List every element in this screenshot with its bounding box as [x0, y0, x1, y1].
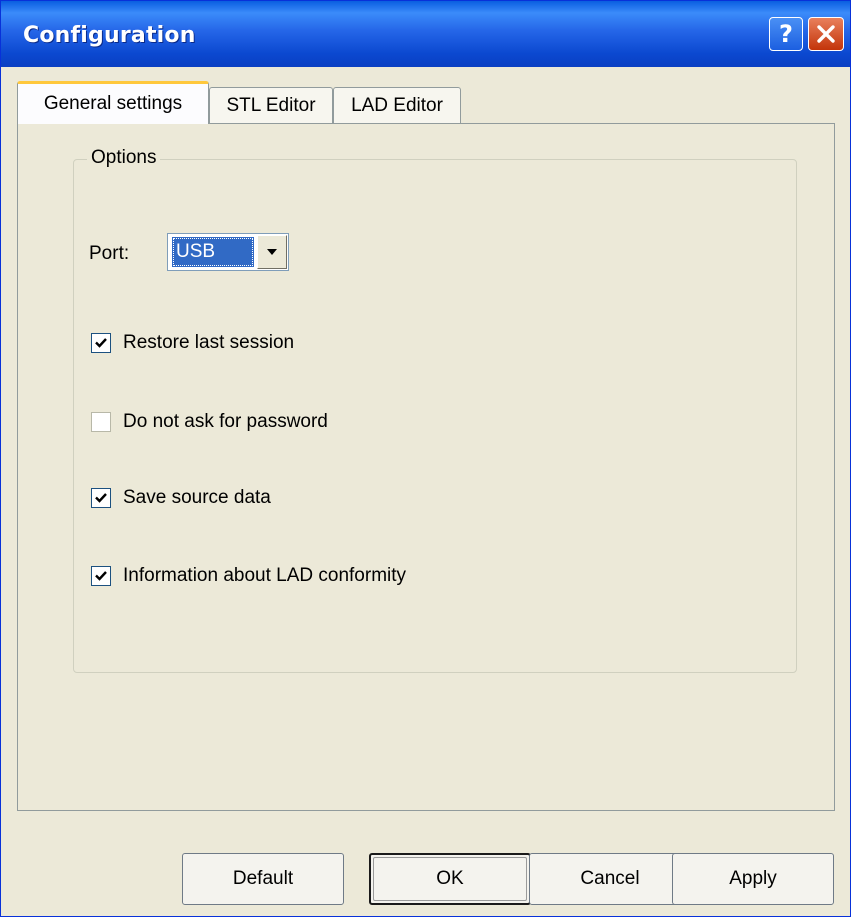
port-dropdown-button[interactable]: [257, 235, 287, 269]
close-icon: [817, 25, 835, 43]
lad-conformity-checkbox[interactable]: [91, 566, 111, 586]
tab-general-settings[interactable]: General settings: [17, 81, 209, 124]
help-button[interactable]: ?: [769, 17, 803, 51]
lad-conformity-option[interactable]: Information about LAD conformity: [91, 563, 406, 589]
help-icon: ?: [779, 20, 793, 48]
chevron-down-icon: [267, 249, 277, 255]
default-button[interactable]: Default: [182, 853, 344, 905]
port-label: Port:: [89, 243, 130, 264]
ok-button-focus-ring: [373, 857, 527, 901]
checkmark-icon: [95, 338, 107, 348]
tab-lad-editor[interactable]: LAD Editor: [333, 87, 461, 123]
checkmark-icon: [95, 493, 107, 503]
do-not-ask-password-label[interactable]: Do not ask for password: [123, 411, 328, 433]
checkmark-icon: [95, 571, 107, 581]
tab-stl-editor[interactable]: STL Editor: [209, 87, 333, 123]
ok-button[interactable]: OK: [369, 853, 531, 905]
save-source-data-option[interactable]: Save source data: [91, 485, 271, 511]
apply-button[interactable]: Apply: [672, 853, 834, 905]
cancel-button[interactable]: Cancel: [529, 853, 691, 905]
restore-last-session-option[interactable]: Restore last session: [91, 330, 294, 356]
restore-last-session-checkbox[interactable]: [91, 333, 111, 353]
title-bar[interactable]: Configuration ?: [1, 1, 850, 67]
lad-conformity-label[interactable]: Information about LAD conformity: [123, 565, 406, 587]
restore-last-session-label[interactable]: Restore last session: [123, 332, 294, 354]
save-source-data-label[interactable]: Save source data: [123, 487, 271, 509]
save-source-data-checkbox[interactable]: [91, 488, 111, 508]
dialog-title: Configuration: [23, 23, 196, 48]
configuration-dialog: Configuration ? General settings STL Edi…: [0, 0, 851, 917]
do-not-ask-password-option[interactable]: Do not ask for password: [91, 409, 328, 435]
do-not-ask-password-checkbox[interactable]: [91, 412, 111, 432]
port-select[interactable]: USB: [167, 233, 289, 271]
options-group-label: Options: [87, 147, 161, 169]
close-button[interactable]: [808, 17, 844, 51]
port-select-value[interactable]: USB: [172, 237, 254, 267]
